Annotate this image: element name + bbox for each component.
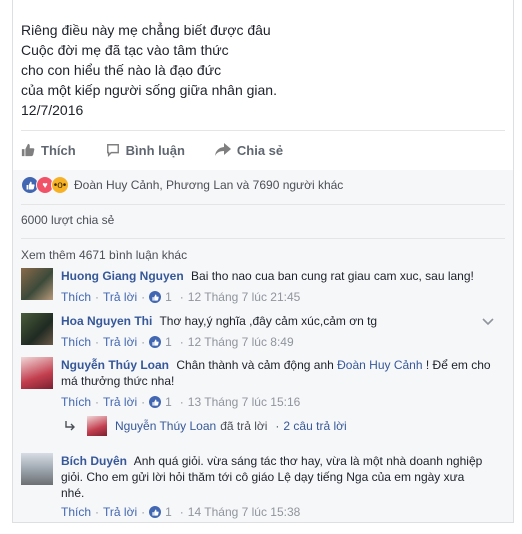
comment-reply-link[interactable]: Trả lời [103, 505, 137, 519]
comment-button[interactable]: Bình luận [106, 143, 185, 158]
divider [21, 238, 505, 239]
post-text: Riêng điều này mẹ chẳng biết được đâu Cu… [21, 20, 277, 120]
like-badge-icon [149, 396, 162, 408]
reply-action-text: đã trả lời [220, 419, 268, 433]
tagged-user-link[interactable]: Đoàn Huy Cảnh [337, 358, 422, 372]
like-badge-icon [149, 291, 162, 303]
poem-line: của một kiếp người sống giữa nhân gian. [21, 82, 277, 98]
share-count[interactable]: 6000 lượt chia sẻ [21, 213, 114, 227]
comment-like-link[interactable]: Thích [61, 505, 91, 519]
comment-meta: Thích · Trả lời · 1 · 12 Tháng 7 lúc 21:… [61, 290, 301, 304]
comment-label: Bình luận [125, 142, 185, 158]
avatar[interactable] [21, 357, 53, 389]
view-more-comments-link[interactable]: Xem thêm 4671 bình luận khác [21, 248, 187, 262]
poem-line: Riêng điều này mẹ chẳng biết được đâu [21, 22, 271, 38]
comment-item: Huong Giang Nguyen Bai tho nao cua ban c… [21, 268, 501, 308]
facebook-post-card: Riêng điều này mẹ chẳng biết được đâu Cu… [12, 0, 514, 523]
wow-reaction-icon: •o• [51, 176, 69, 194]
like-badge-icon [149, 336, 162, 348]
like-badge-icon [149, 506, 162, 518]
share-button[interactable]: Chia sẻ [214, 142, 284, 158]
avatar[interactable] [21, 453, 53, 485]
replies-summary[interactable]: Nguyễn Thúy Loan đã trả lời · 2 câu trả … [65, 416, 347, 436]
like-button[interactable]: Thích [21, 143, 76, 158]
comment-timestamp[interactable]: 14 Tháng 7 lúc 15:38 [188, 505, 301, 519]
share-label: Chia sẻ [236, 142, 284, 158]
reply-count-link[interactable]: 2 câu trả lời [283, 419, 346, 433]
comment-like-count[interactable]: 1 [165, 335, 172, 349]
comment-reply-link[interactable]: Trả lời [103, 395, 137, 409]
share-arrow-icon [214, 143, 231, 156]
reply-arrow-icon [65, 421, 75, 431]
comment-like-count[interactable]: 1 [165, 505, 172, 519]
chevron-down-icon[interactable] [481, 315, 495, 329]
comment-like-count[interactable]: 1 [165, 290, 172, 304]
commenter-name[interactable]: Nguyễn Thúy Loan [61, 358, 169, 372]
comment-item: Bích Duyên Anh quá giỏi. vừa sáng tác th… [21, 453, 501, 519]
comment-body: Huong Giang Nguyen Bai tho nao cua ban c… [61, 268, 491, 284]
comment-body: Hoa Nguyen Thi Thơ hay,ý nghĩa ,đây cảm … [61, 313, 491, 329]
comment-timestamp[interactable]: 12 Tháng 7 lúc 21:45 [188, 290, 301, 304]
comment-body: Nguyễn Thúy Loan Chân thành và cảm động … [61, 357, 491, 389]
comment-meta: Thích · Trả lời · 1 · 13 Tháng 7 lúc 15:… [61, 395, 301, 409]
avatar[interactable] [21, 313, 53, 345]
reaction-names[interactable]: Đoàn Huy Cảnh, Phương Lan và 7690 người … [74, 178, 343, 192]
comment-timestamp[interactable]: 13 Tháng 7 lúc 15:16 [188, 395, 301, 409]
post-action-bar: Thích Bình luận Chia sẻ [21, 139, 313, 161]
comment-reply-link[interactable]: Trả lời [103, 335, 137, 349]
comment-body: Bích Duyên Anh quá giỏi. vừa sáng tác th… [61, 453, 491, 501]
comment-like-count[interactable]: 1 [165, 395, 172, 409]
poem-line: cho con hiểu thế nào là đạo đức [21, 62, 222, 78]
comment-text: Chân thành và cảm động anh [176, 358, 334, 372]
comment-like-link[interactable]: Thích [61, 335, 91, 349]
comment-like-link[interactable]: Thích [61, 290, 91, 304]
commenter-name[interactable]: Hoa Nguyen Thi [61, 314, 152, 328]
poem-line: Cuộc đời mẹ đã tạc vào tâm thức [21, 42, 229, 58]
comment-timestamp[interactable]: 12 Tháng 7 lúc 8:49 [188, 335, 294, 349]
reactions-summary[interactable]: ♥ •o• Đoàn Huy Cảnh, Phương Lan và 7690 … [21, 175, 343, 195]
reply-avatar [87, 416, 107, 436]
comment-item: Hoa Nguyen Thi Thơ hay,ý nghĩa ,đây cảm … [21, 313, 501, 353]
comment-like-link[interactable]: Thích [61, 395, 91, 409]
comment-text: Bai tho nao cua ban cung rat giau cam xu… [191, 269, 474, 283]
like-label: Thích [41, 142, 76, 158]
divider [21, 204, 505, 205]
replier-name[interactable]: Nguyễn Thúy Loan [115, 419, 216, 433]
post-date: 12/7/2016 [21, 102, 84, 118]
commenter-name[interactable]: Huong Giang Nguyen [61, 269, 184, 283]
thumbs-up-icon [21, 143, 35, 157]
avatar[interactable] [21, 268, 53, 300]
comment-reply-link[interactable]: Trả lời [103, 290, 137, 304]
comment-meta: Thích · Trả lời · 1 · 14 Tháng 7 lúc 15:… [61, 505, 301, 519]
comment-icon [106, 144, 119, 157]
comment-text: Thơ hay,ý nghĩa ,đây cảm xúc,cảm ơn tg [159, 314, 378, 328]
comment-meta: Thích · Trả lời · 1 · 12 Tháng 7 lúc 8:4… [61, 335, 294, 349]
commenter-name[interactable]: Bích Duyên [61, 454, 127, 468]
divider [21, 130, 505, 131]
